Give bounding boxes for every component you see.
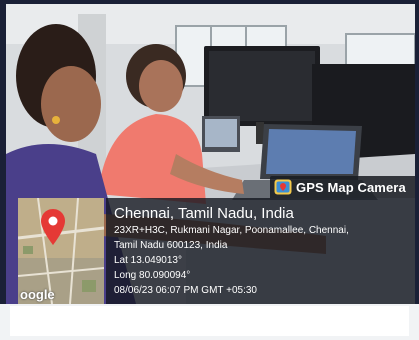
latitude-text: Lat 13.049013° [114,255,182,266]
timestamp-text: 08/06/23 06:07 PM GMT +05:30 [114,285,257,296]
location-pin-icon [41,209,65,245]
photo: GPS Map Camera oogle Chennai, Tamil Nadu… [6,4,415,304]
address-line-1: 23XR+H3C, Rukmani Nagar, Poonamallee, Ch… [114,225,349,236]
gps-map-camera-icon [274,179,292,195]
longitude-text: Long 80.090094° [114,270,191,281]
bottom-panel [10,306,409,336]
bottom-strip [0,304,419,340]
gps-map-camera-badge: GPS Map Camera [270,176,415,198]
map-brand-text: oogle [20,287,55,302]
badge-title: GPS Map Camera [296,179,406,195]
address-line-2: Tamil Nadu 600123, India [114,240,228,251]
city-title: Chennai, Tamil Nadu, India [114,205,294,222]
map-thumbnail: oogle [18,198,104,304]
location-overlay: Chennai, Tamil Nadu, India 23XR+H3C, Ruk… [106,198,415,304]
